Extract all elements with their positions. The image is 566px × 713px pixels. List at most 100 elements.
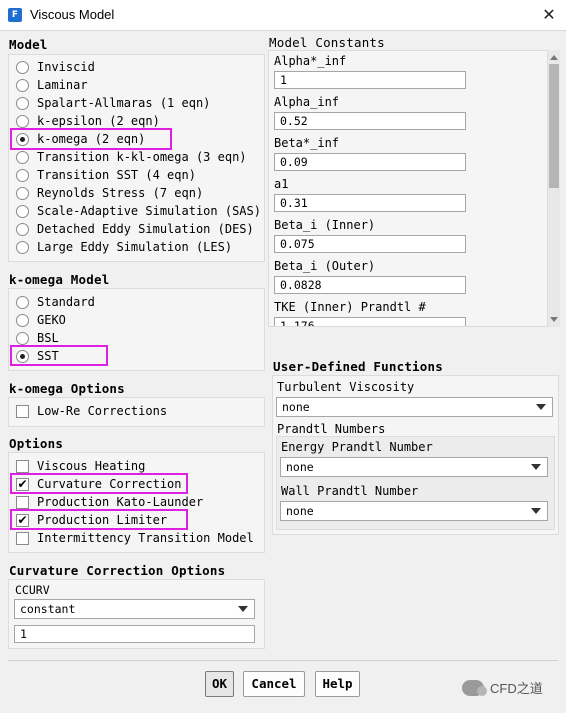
close-icon[interactable]: ✕ [538,4,560,26]
chevron-down-icon [238,606,248,612]
radio-label: Laminar [37,78,88,92]
checkbox[interactable]: ✔ [16,477,29,491]
chevron-down-icon [536,404,546,410]
ccurv-dropdown[interactable]: constant [14,599,255,619]
constant-label: a1 [274,177,289,191]
checkbox-intermittency-transition[interactable]: Intermittency Transition Model [16,529,254,547]
constant-input[interactable]: 0.075 [274,235,466,253]
radio-label: k-omega (2 eqn) [37,132,146,146]
komega-model-title: k-omega Model [9,272,110,287]
radio-transition-sst[interactable]: Transition SST (4 eqn) [16,166,196,184]
checkbox-low-re-corrections[interactable]: Low-Re Corrections [16,402,167,420]
energy-prandtl-label: Energy Prandtl Number [281,440,433,454]
model-section-title: Model [9,37,48,52]
scrollbar-thumb[interactable] [549,64,559,188]
constant-input[interactable]: 0.0828 [274,276,466,294]
radio-label: Transition SST (4 eqn) [37,168,196,182]
radio-label: BSL [37,331,59,345]
prandtl-numbers-label: Prandtl Numbers [277,422,386,436]
constant-label: TKE (Inner) Prandtl # [274,300,426,314]
checkbox-production-limiter[interactable]: ✔ Production Limiter [16,511,167,529]
ccurv-number-input[interactable]: 1 [14,625,255,643]
radio-label: GEKO [37,313,66,327]
scroll-down-icon[interactable] [550,317,558,322]
wall-prandtl-dropdown[interactable]: none [280,501,548,521]
checkbox-viscous-heating[interactable]: Viscous Heating [16,457,145,475]
radio-transition-k-kl-omega[interactable]: Transition k-kl-omega (3 eqn) [16,148,247,166]
ok-button[interactable]: OK [205,671,234,697]
radio-les[interactable]: Large Eddy Simulation (LES) [16,238,232,256]
energy-prandtl-value: none [286,460,314,474]
radio-reynolds-stress[interactable]: Reynolds Stress (7 eqn) [16,184,203,202]
radio-button[interactable] [16,132,29,146]
turbulent-viscosity-dropdown[interactable]: none [276,397,553,417]
radio-label: Detached Eddy Simulation (DES) [37,222,254,236]
radio-button[interactable] [16,349,29,363]
cancel-button[interactable]: Cancel [243,671,305,697]
radio-k-omega[interactable]: k-omega (2 eqn) [16,130,145,148]
checkbox[interactable]: ✔ [16,513,29,527]
radio-button[interactable] [16,331,29,345]
radio-button[interactable] [16,222,29,236]
radio-label: Large Eddy Simulation (LES) [37,240,233,254]
radio-inviscid[interactable]: Inviscid [16,58,95,76]
model-constants-scrollbar[interactable] [548,50,560,327]
checkbox-label: Viscous Heating [37,459,146,473]
watermark-text: CFD之道 [490,681,543,696]
checkbox[interactable] [16,404,29,418]
radio-label: Transition k-kl-omega (3 eqn) [37,150,247,164]
scroll-up-icon[interactable] [550,55,558,60]
radio-k-epsilon[interactable]: k-epsilon (2 eqn) [16,112,160,130]
radio-label: k-epsilon (2 eqn) [37,114,160,128]
radio-button[interactable] [16,295,29,309]
checkbox-label: Low-Re Corrections [37,404,168,418]
constant-input[interactable]: 0.09 [274,153,466,171]
constant-label: Beta_i (Inner) [274,218,376,232]
checkbox-production-kato-launder[interactable]: Production Kato-Launder [16,493,203,511]
checkbox-label: Production Limiter [37,513,168,527]
radio-button[interactable] [16,96,29,110]
radio-button[interactable] [16,114,29,128]
radio-label: Scale-Adaptive Simulation (SAS) [37,204,261,218]
constant-label: Beta_i (Outer) [274,259,376,273]
checkbox[interactable] [16,495,29,509]
constant-input[interactable]: 1 [274,71,466,89]
window-title: Viscous Model [30,7,115,22]
radio-button[interactable] [16,313,29,327]
help-button[interactable]: Help [315,671,360,697]
options-title: Options [9,436,64,451]
radio-des[interactable]: Detached Eddy Simulation (DES) [16,220,254,238]
wall-prandtl-value: none [286,504,314,518]
radio-geko[interactable]: GEKO [16,311,66,329]
radio-button[interactable] [16,78,29,92]
radio-button[interactable] [16,240,29,254]
model-constants-panel: Alpha*_inf 1 Alpha_inf 0.52 Beta*_inf 0.… [268,50,548,327]
checkbox[interactable] [16,459,29,473]
radio-button[interactable] [16,168,29,182]
radio-laminar[interactable]: Laminar [16,76,88,94]
radio-label: Standard [37,295,95,309]
title-bar: F Viscous Model ✕ [0,0,566,31]
radio-sas[interactable]: Scale-Adaptive Simulation (SAS) [16,202,261,220]
energy-prandtl-dropdown[interactable]: none [280,457,548,477]
radio-label: Inviscid [37,60,95,74]
checkbox-label: Production Kato-Launder [37,495,204,509]
radio-standard[interactable]: Standard [16,293,95,311]
radio-button[interactable] [16,60,29,74]
checkbox-curvature-correction[interactable]: ✔ Curvature Correction [16,475,182,493]
constant-label: Alpha_inf [274,95,340,109]
radio-button[interactable] [16,150,29,164]
ccurv-value: constant [20,602,76,616]
radio-button[interactable] [16,204,29,218]
wechat-icon [462,679,487,696]
radio-button[interactable] [16,186,29,200]
turbulent-viscosity-label: Turbulent Viscosity [277,380,415,394]
constant-input[interactable]: 1.176 [274,317,466,326]
constant-input[interactable]: 0.52 [274,112,466,130]
radio-bsl[interactable]: BSL [16,329,59,347]
constant-input[interactable]: 0.31 [274,194,466,212]
checkbox[interactable] [16,531,29,545]
radio-spalart-allmaras[interactable]: Spalart-Allmaras (1 eqn) [16,94,210,112]
checkbox-label: Curvature Correction [37,477,182,491]
radio-sst[interactable]: SST [16,347,59,365]
